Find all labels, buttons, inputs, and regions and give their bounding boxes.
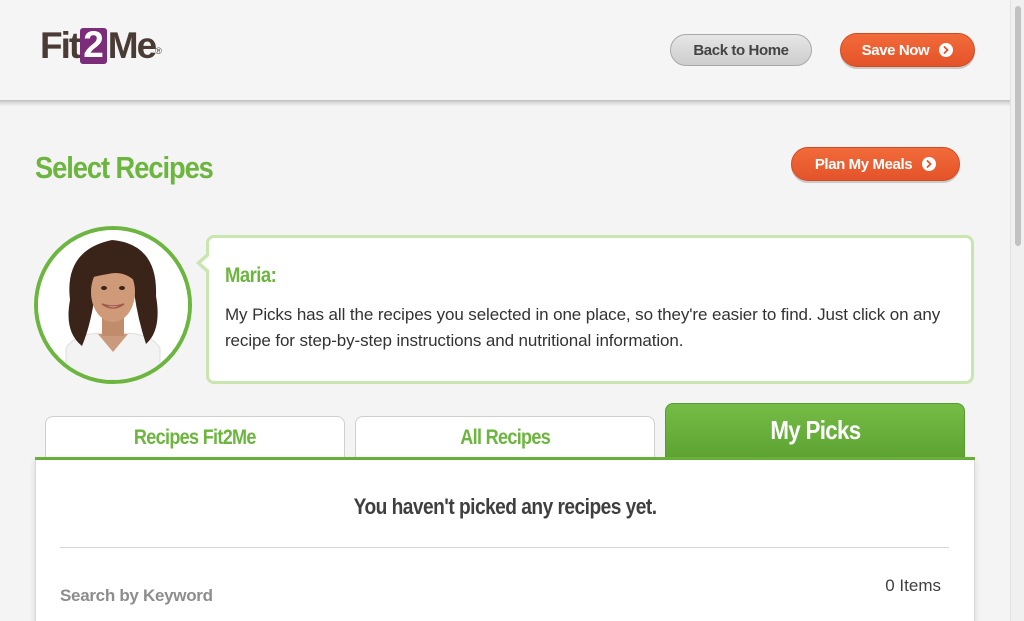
plan-my-meals-button[interactable]: Plan My Meals [791,147,960,181]
fit2me-logo[interactable]: Fit 2 Me® [40,26,162,71]
chevron-right-circle-icon [922,157,937,171]
coach-avatar [34,226,192,384]
search-by-keyword-label[interactable]: Search by Keyword [60,586,213,606]
tab-label: My Picks [769,415,861,445]
back-to-home-label: Back to Home [693,41,789,59]
items-count: 0 Items [885,576,941,595]
tab-my-picks[interactable]: My Picks [665,403,965,458]
back-to-home-button[interactable]: Back to Home [670,34,812,66]
page-scrollbar[interactable] [1010,0,1024,621]
tab-label: Recipes Fit2Me [134,425,257,449]
tab-all-recipes[interactable]: All Recipes [355,416,655,458]
save-now-label: Save Now [861,41,930,59]
page-title: Select Recipes [35,150,214,185]
tab-label: All Recipes [460,425,550,449]
coach-portrait-icon [38,230,188,380]
coach-name: Maria: [225,264,277,287]
empty-picks-message: You haven't picked any recipes yet. [353,494,657,519]
chevron-right-circle-icon [939,43,954,57]
coach-message: My Picks has all the recipes you selecte… [225,305,941,350]
plan-my-meals-label: Plan My Meals [814,155,913,173]
panel-divider [60,547,949,548]
tab-recipes-fit2me[interactable]: Recipes Fit2Me [45,416,345,458]
save-now-button[interactable]: Save Now [840,33,975,67]
speech-bubble-tail-inner [201,256,209,270]
header-divider [0,100,1010,106]
scrollbar-thumb[interactable] [1015,6,1021,246]
